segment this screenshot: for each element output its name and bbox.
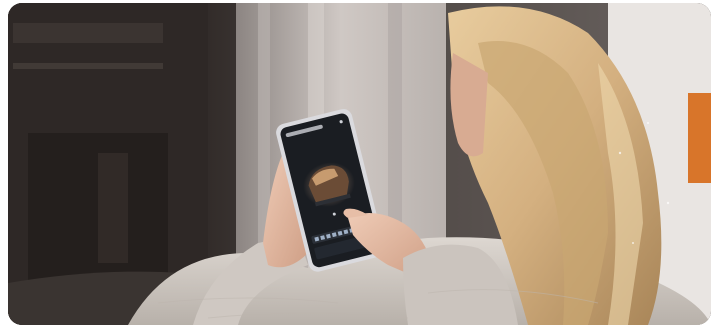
photo-frame xyxy=(8,3,711,325)
photo-illustration xyxy=(8,3,711,325)
